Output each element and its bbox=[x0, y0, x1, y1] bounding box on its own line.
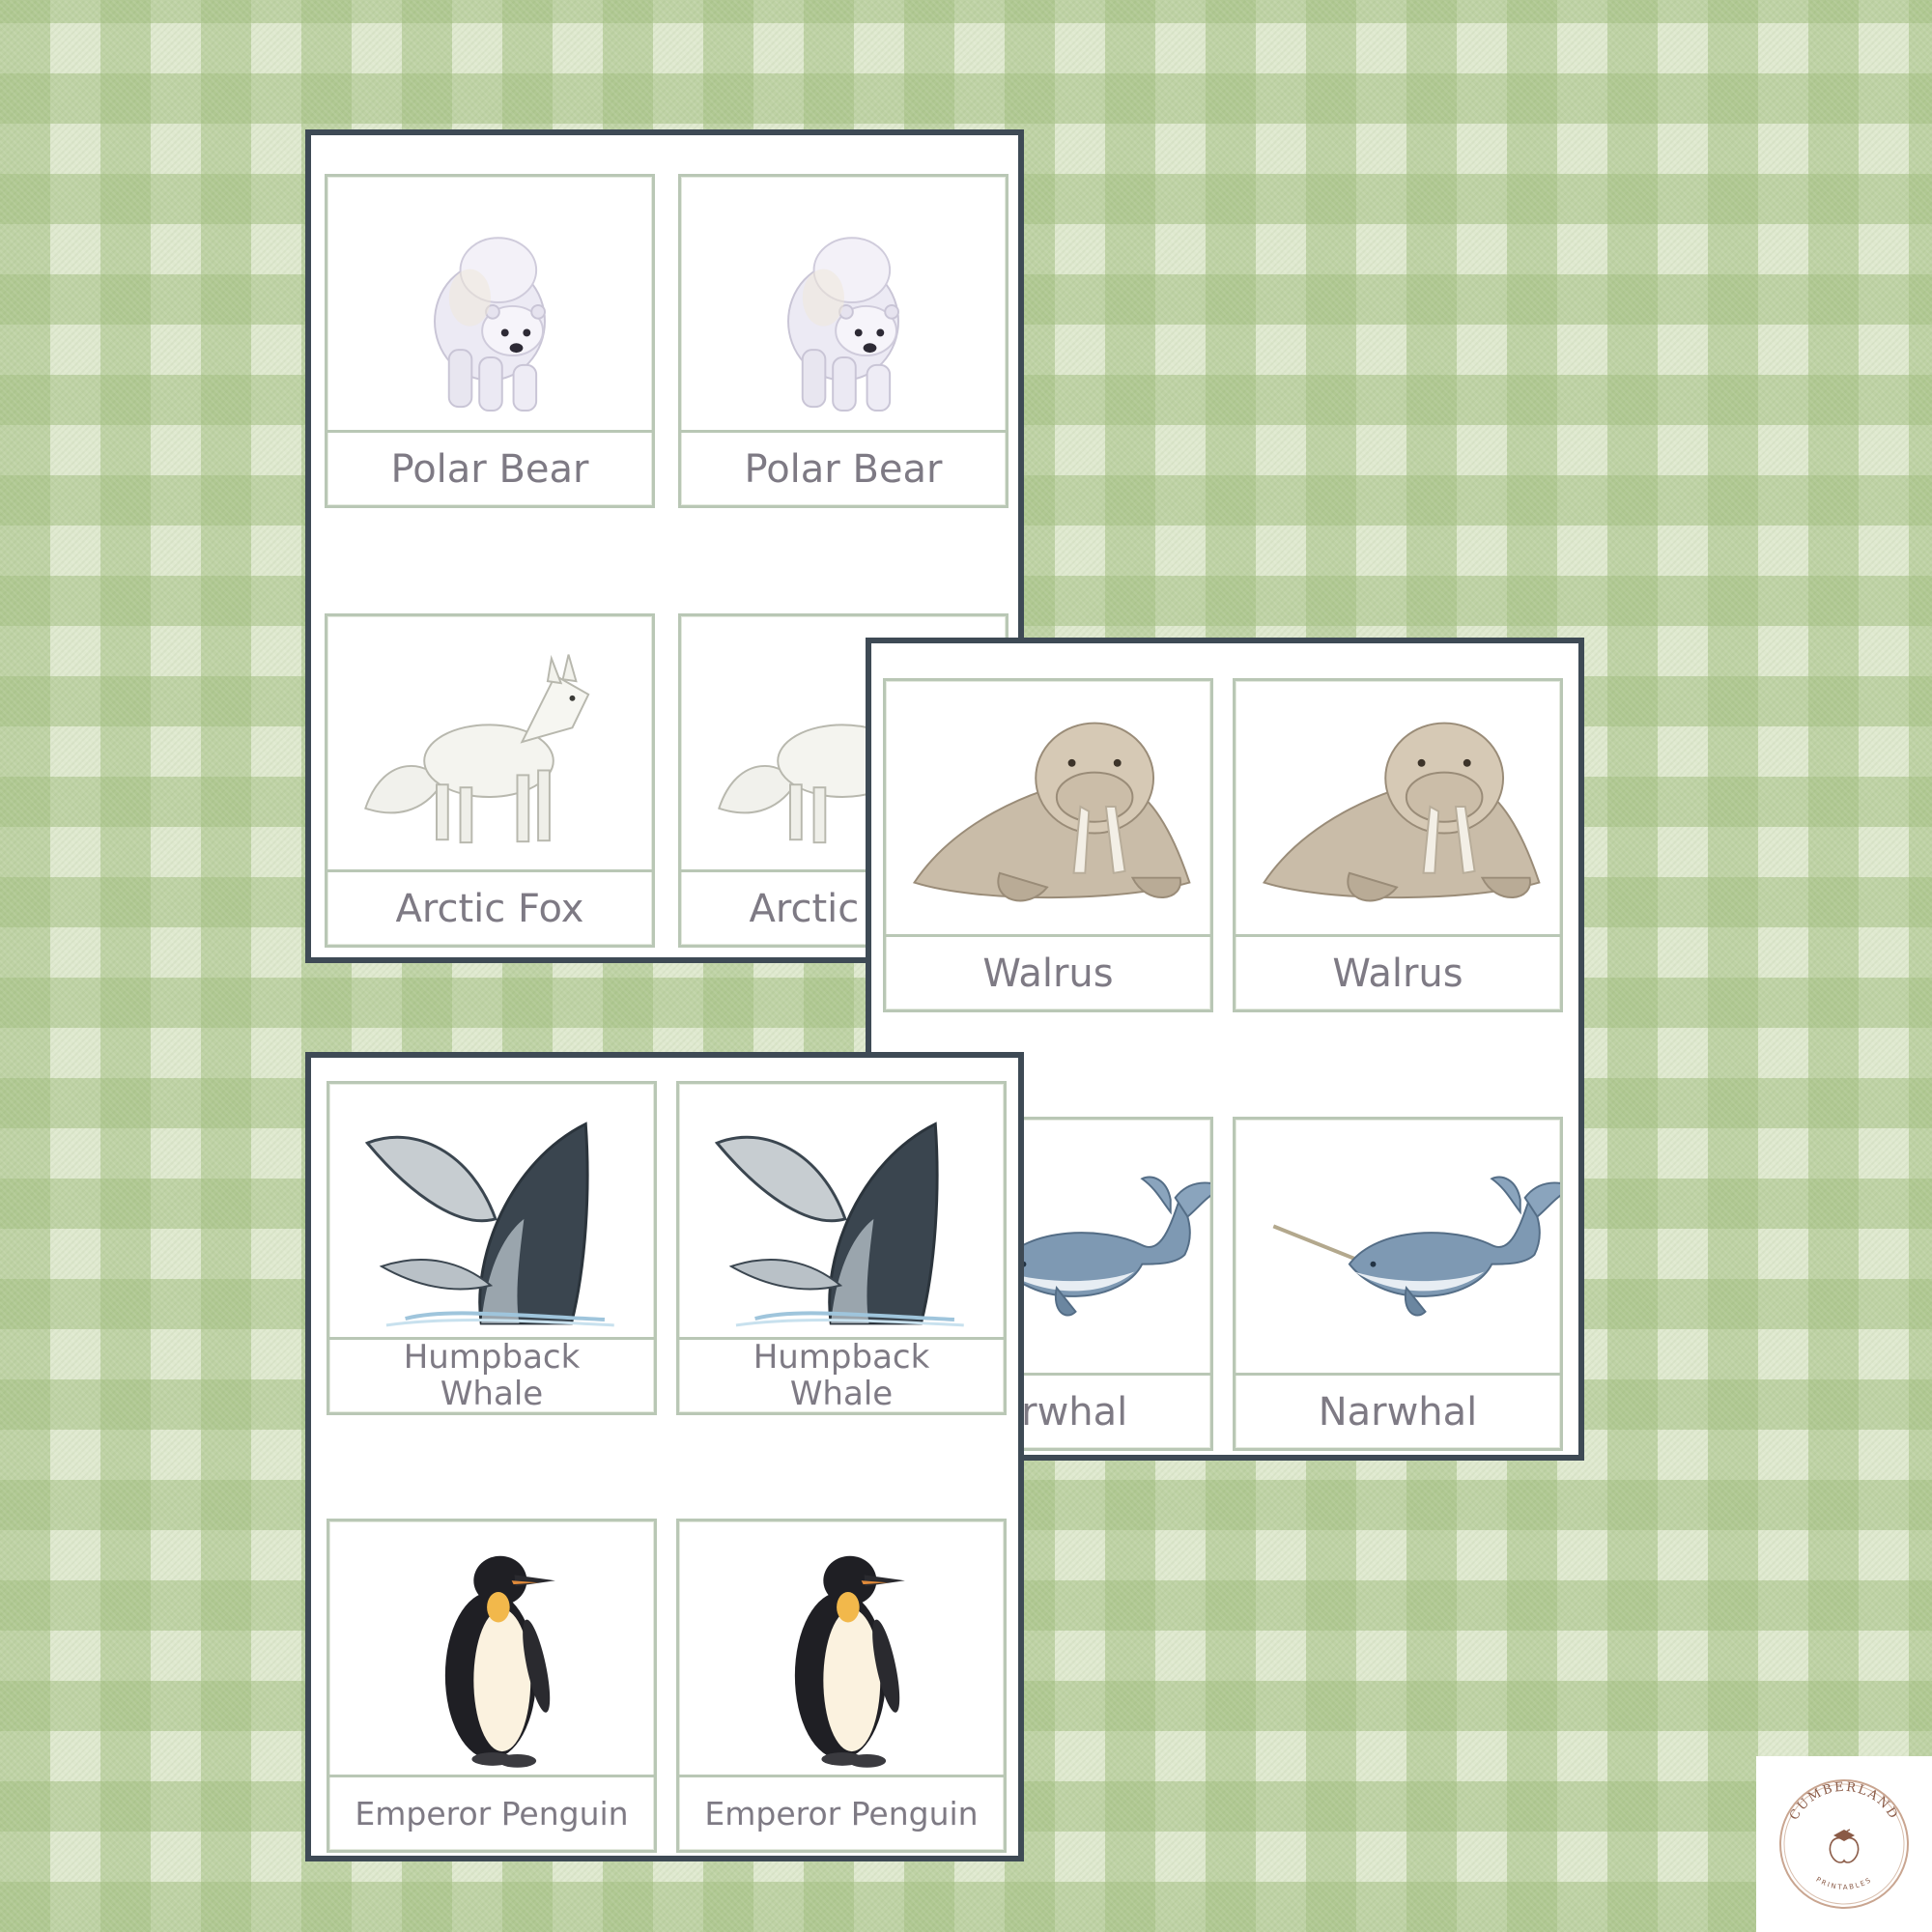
card-emperor-penguin: Emperor Penguin bbox=[676, 1519, 1007, 1853]
card-emperor-penguin: Emperor Penguin bbox=[327, 1519, 657, 1853]
polar-bear-image bbox=[681, 177, 1006, 430]
svg-text:CUMBERLAND: CUMBERLAND bbox=[1787, 1780, 1901, 1823]
card-walrus: Walrus bbox=[883, 678, 1213, 1012]
card-humpback-whale: Humpback Whale bbox=[327, 1081, 657, 1415]
card-label: Humpback Whale bbox=[679, 1337, 1004, 1412]
card-label: Walrus bbox=[1236, 934, 1560, 1009]
card-humpback-whale: Humpback Whale bbox=[676, 1081, 1007, 1415]
polar-bear-image bbox=[327, 177, 652, 430]
emperor-penguin-image bbox=[679, 1521, 1004, 1775]
card-label: Narwhal bbox=[1236, 1373, 1560, 1448]
card-label: Humpback Whale bbox=[329, 1337, 654, 1412]
card-label-line-1: Humpback bbox=[753, 1338, 930, 1378]
narwhal-image bbox=[1236, 1120, 1560, 1373]
card-sheet-whale-penguin: Humpback Whale Humpback Whale Emperor Pe… bbox=[305, 1052, 1024, 1861]
card-label-line-1: Humpback bbox=[403, 1338, 581, 1378]
apple-icon bbox=[1829, 1829, 1860, 1863]
svg-text:PRINTABLES: PRINTABLES bbox=[1814, 1876, 1873, 1891]
card-label-line-2: Whale bbox=[789, 1374, 894, 1413]
card-label-line-2: Whale bbox=[440, 1374, 544, 1413]
brand-logo: CUMBERLAND PRINTABLES bbox=[1756, 1756, 1932, 1932]
humpback-whale-image bbox=[329, 1084, 654, 1337]
walrus-image bbox=[886, 681, 1210, 934]
card-polar-bear: Polar Bear bbox=[325, 174, 655, 508]
card-label: Emperor Penguin bbox=[329, 1775, 654, 1850]
card-label: Polar Bear bbox=[681, 430, 1006, 505]
logo-top-text: CUMBERLAND bbox=[1787, 1780, 1899, 1823]
card-label: Polar Bear bbox=[327, 430, 652, 505]
logo-bottom-text: PRINTABLES bbox=[1814, 1876, 1871, 1891]
arctic-fox-image bbox=[327, 616, 652, 869]
humpback-whale-image bbox=[679, 1084, 1004, 1337]
emperor-penguin-image bbox=[329, 1521, 654, 1775]
card-arctic-fox: Arctic Fox bbox=[325, 613, 655, 948]
walrus-image bbox=[1236, 681, 1560, 934]
card-walrus: Walrus bbox=[1233, 678, 1563, 1012]
card-narwhal: Narwhal bbox=[1233, 1117, 1563, 1451]
card-label: Arctic Fox bbox=[327, 869, 652, 945]
card-label: Walrus bbox=[886, 934, 1210, 1009]
card-polar-bear: Polar Bear bbox=[678, 174, 1009, 508]
card-label: Emperor Penguin bbox=[679, 1775, 1004, 1850]
